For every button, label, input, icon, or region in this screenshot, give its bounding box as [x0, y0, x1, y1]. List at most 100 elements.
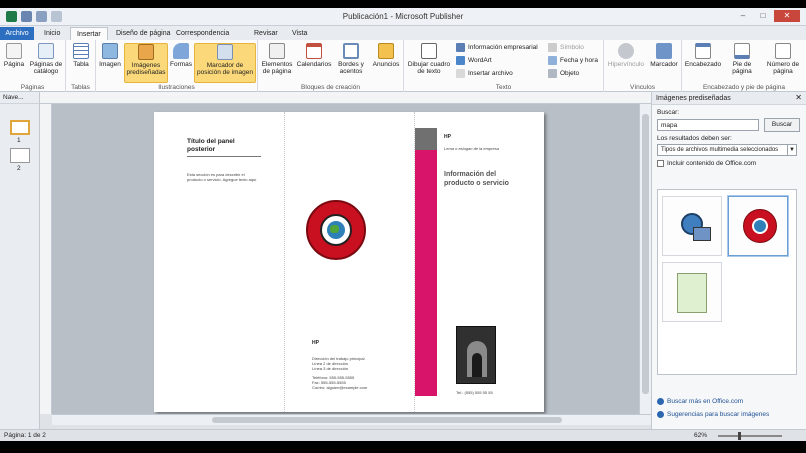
imagen-button[interactable]: Imagen [98, 43, 122, 68]
company-logo-right[interactable]: HP [444, 134, 451, 140]
page-number-1: 1 [17, 137, 21, 144]
anuncios-button[interactable]: Anuncios [370, 43, 402, 68]
search-input[interactable]: mapa [657, 119, 759, 131]
numero-pagina-button[interactable]: Número de página [762, 43, 804, 75]
clip-art-result-computer-globe[interactable] [662, 196, 722, 256]
info-empresarial-button[interactable]: Información empresarial [456, 43, 538, 52]
door-shape [472, 353, 482, 377]
close-icon[interactable]: ✕ [795, 93, 802, 102]
elementos-pagina-label: Elementos de página [261, 61, 293, 75]
right-phone[interactable]: Tel.: (555) 555 55 55 [456, 390, 516, 395]
page-indicator[interactable]: Página: 1 de 2 [4, 432, 46, 439]
building-photo[interactable] [456, 326, 496, 384]
bottom-letterbox [0, 441, 806, 453]
tabla-button[interactable]: Tabla [69, 43, 93, 68]
document-canvas[interactable]: Título del panel posterior Esta sección … [52, 104, 651, 414]
search-tips-link[interactable]: Sugerencias para buscar imágenes [657, 411, 769, 418]
info-title[interactable]: Información del producto o servicio [444, 170, 524, 188]
company-logo-middle[interactable]: HP [312, 340, 319, 346]
encabezado-button[interactable]: Encabezado [684, 43, 722, 68]
formas-button[interactable]: Formas [170, 43, 192, 68]
tab-vista[interactable]: Vista [286, 27, 313, 40]
chevron-down-icon[interactable]: ▼ [787, 145, 796, 155]
marcador-posicion-imagen-button[interactable]: Marcador de posición de imagen [194, 43, 256, 83]
page-navigation-pane: Nave... 1 2 [0, 92, 40, 429]
maximize-icon[interactable]: □ [754, 10, 772, 22]
minimize-icon[interactable]: – [734, 10, 752, 22]
marcador-button[interactable]: Marcador [648, 43, 680, 68]
nav-pane-title[interactable]: Nave... [0, 92, 39, 104]
search-label: Buscar: [657, 109, 680, 116]
close-icon[interactable]: ✕ [774, 10, 800, 22]
tab-insertar[interactable]: Insertar [70, 27, 108, 40]
include-office-checkbox[interactable]: Incluir contenido de Office.com [657, 160, 756, 167]
clip-art-result-map[interactable] [662, 262, 722, 322]
object-icon [548, 69, 557, 78]
text-box-icon [421, 43, 437, 59]
info-empresarial-label: Información empresarial [468, 44, 538, 51]
wordart-button[interactable]: WordArt [456, 56, 492, 65]
pagina-button[interactable]: Página [2, 43, 26, 68]
calendarios-button[interactable]: Calendarios [296, 43, 332, 68]
search-more-link[interactable]: Buscar más en Office.com [657, 398, 743, 405]
pagina-label: Página [3, 61, 25, 68]
red-globe-icon [743, 209, 777, 243]
vertical-scrollbar[interactable] [639, 104, 651, 414]
borders-icon [343, 43, 359, 59]
simbolo-button[interactable]: Símbolo [548, 43, 584, 52]
dibujar-cuadro-texto-button[interactable]: Dibujar cuadro de texto [406, 43, 452, 75]
tabla-label: Tabla [73, 61, 89, 68]
globe-clipart[interactable] [306, 200, 366, 260]
checkbox-box[interactable] [657, 160, 664, 167]
group-texto: Dibujar cuadro de texto Información empr… [404, 40, 604, 92]
back-panel-title[interactable]: Título del panel posterior [187, 138, 261, 157]
publisher-window: Publicación1 - Microsoft Publisher – □ ✕… [0, 0, 806, 453]
globe-inner [320, 214, 352, 246]
tab-inicio[interactable]: Inicio [38, 27, 66, 40]
tab-revisar[interactable]: Revisar [248, 27, 284, 40]
bordes-acentos-button[interactable]: Bordes y acentos [334, 43, 368, 75]
elementos-pagina-button[interactable]: Elementos de página [260, 43, 294, 75]
paginas-catalogo-button[interactable]: Páginas de catálogo [28, 43, 64, 75]
search-button[interactable]: Buscar [764, 118, 800, 132]
vertical-scroll-thumb[interactable] [642, 114, 649, 394]
page-thumbnail-2[interactable] [10, 148, 30, 163]
page-number-icon [775, 43, 791, 59]
zoom-slider[interactable] [718, 435, 782, 437]
grey-accent-block[interactable] [415, 128, 437, 150]
pink-accent-bar[interactable] [415, 134, 437, 396]
date-time-icon [548, 56, 557, 65]
ribbon-tabs: Archivo Inicio Insertar Diseño de página… [0, 26, 806, 40]
tab-archivo[interactable]: Archivo [0, 27, 34, 40]
vertical-ruler[interactable] [40, 104, 52, 414]
slogan[interactable]: Lema o eslogan de la empresa [444, 146, 524, 151]
group-bloques-creacion: Elementos de página Calendarios Bordes y… [258, 40, 404, 92]
tab-correspondencia[interactable]: Correspondencia [170, 27, 235, 40]
page-thumbnail-1[interactable] [10, 120, 30, 135]
tab-diseno-pagina[interactable]: Diseño de página [110, 27, 177, 40]
zoom-slider-handle[interactable] [738, 432, 741, 440]
simbolo-label: Símbolo [560, 44, 584, 51]
clip-art-result-red-globe[interactable] [728, 196, 788, 256]
imagenes-prediseñadas-button[interactable]: Imágenes prediseñadas [124, 43, 168, 83]
header-icon [695, 43, 711, 59]
hipervinculo-button[interactable]: Hipervínculo [606, 43, 646, 68]
hipervinculo-label: Hipervínculo [607, 61, 645, 68]
zoom-level[interactable]: 62% [694, 432, 707, 439]
pie-pagina-button[interactable]: Pie de página [724, 43, 760, 75]
objeto-button[interactable]: Objeto [548, 69, 579, 78]
address-block[interactable]: Dirección del trabajo principal Línea 2 … [312, 356, 382, 390]
fecha-hora-button[interactable]: Fecha y hora [548, 56, 598, 65]
horizontal-scrollbar[interactable] [52, 414, 651, 425]
page-icon [6, 43, 22, 59]
group-paginas: Página Páginas de catálogo Páginas [0, 40, 66, 92]
horizontal-scroll-thumb[interactable] [212, 417, 562, 423]
results-type-select[interactable]: Tipos de archivos multimedia seleccionad… [657, 144, 797, 156]
horizontal-ruler[interactable] [40, 92, 651, 104]
objeto-label: Objeto [560, 70, 580, 77]
hyperlink-icon [618, 43, 634, 59]
brochure-page[interactable]: Título del panel posterior Esta sección … [154, 112, 544, 412]
insertar-archivo-button[interactable]: Insertar archivo [456, 69, 513, 78]
back-panel-body[interactable]: Esta sección es para describir el produc… [187, 172, 261, 182]
group-ilustraciones: Imagen Imágenes prediseñadas Formas Marc… [96, 40, 258, 92]
